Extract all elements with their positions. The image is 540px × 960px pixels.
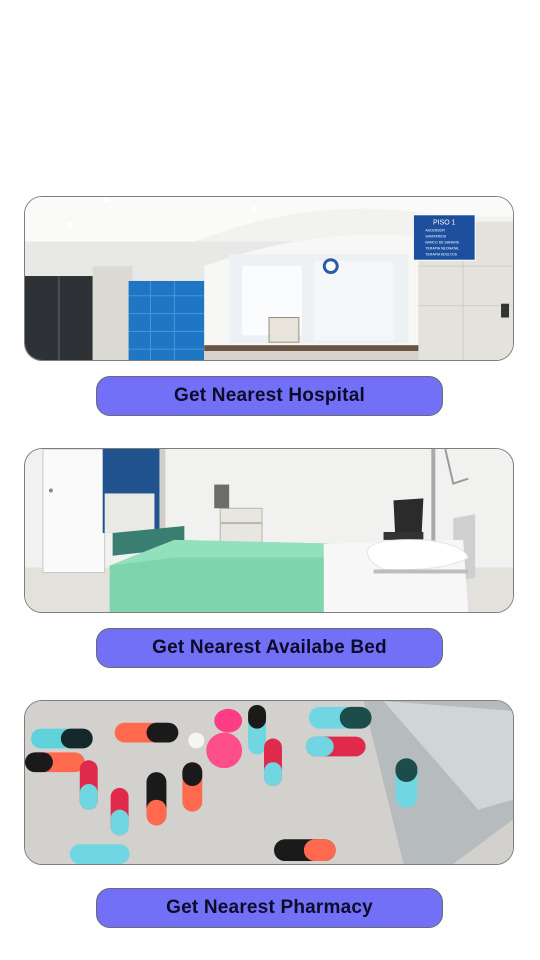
sign-item: ASCENSOR xyxy=(425,229,445,233)
hospital-bed-image-card xyxy=(24,448,514,613)
pharmacy-image-card xyxy=(24,700,514,865)
sign-item: SANITARIOS xyxy=(425,235,447,239)
sign-title: PISO 1 xyxy=(433,220,456,227)
get-nearest-hospital-button[interactable]: Get Nearest Hospital xyxy=(96,376,443,416)
get-nearest-pharmacy-button[interactable]: Get Nearest Pharmacy xyxy=(96,888,443,928)
sign-item: TERAPIA ADULTOS xyxy=(425,252,457,256)
pharmacy-pills-image xyxy=(25,701,513,864)
hospital-reception-image: PISO 1 ASCENSOR SANITARIOS BANCO DE SANG… xyxy=(25,197,513,360)
sign-item: BANCO DE SANGRE xyxy=(425,240,460,244)
get-nearest-available-bed-button[interactable]: Get Nearest Availabe Bed xyxy=(96,628,443,668)
hospital-image-card: PISO 1 ASCENSOR SANITARIOS BANCO DE SANG… xyxy=(24,196,514,361)
hospital-bed-image xyxy=(25,449,513,612)
sign-item: TERAPIA NEONATAL xyxy=(425,246,459,250)
